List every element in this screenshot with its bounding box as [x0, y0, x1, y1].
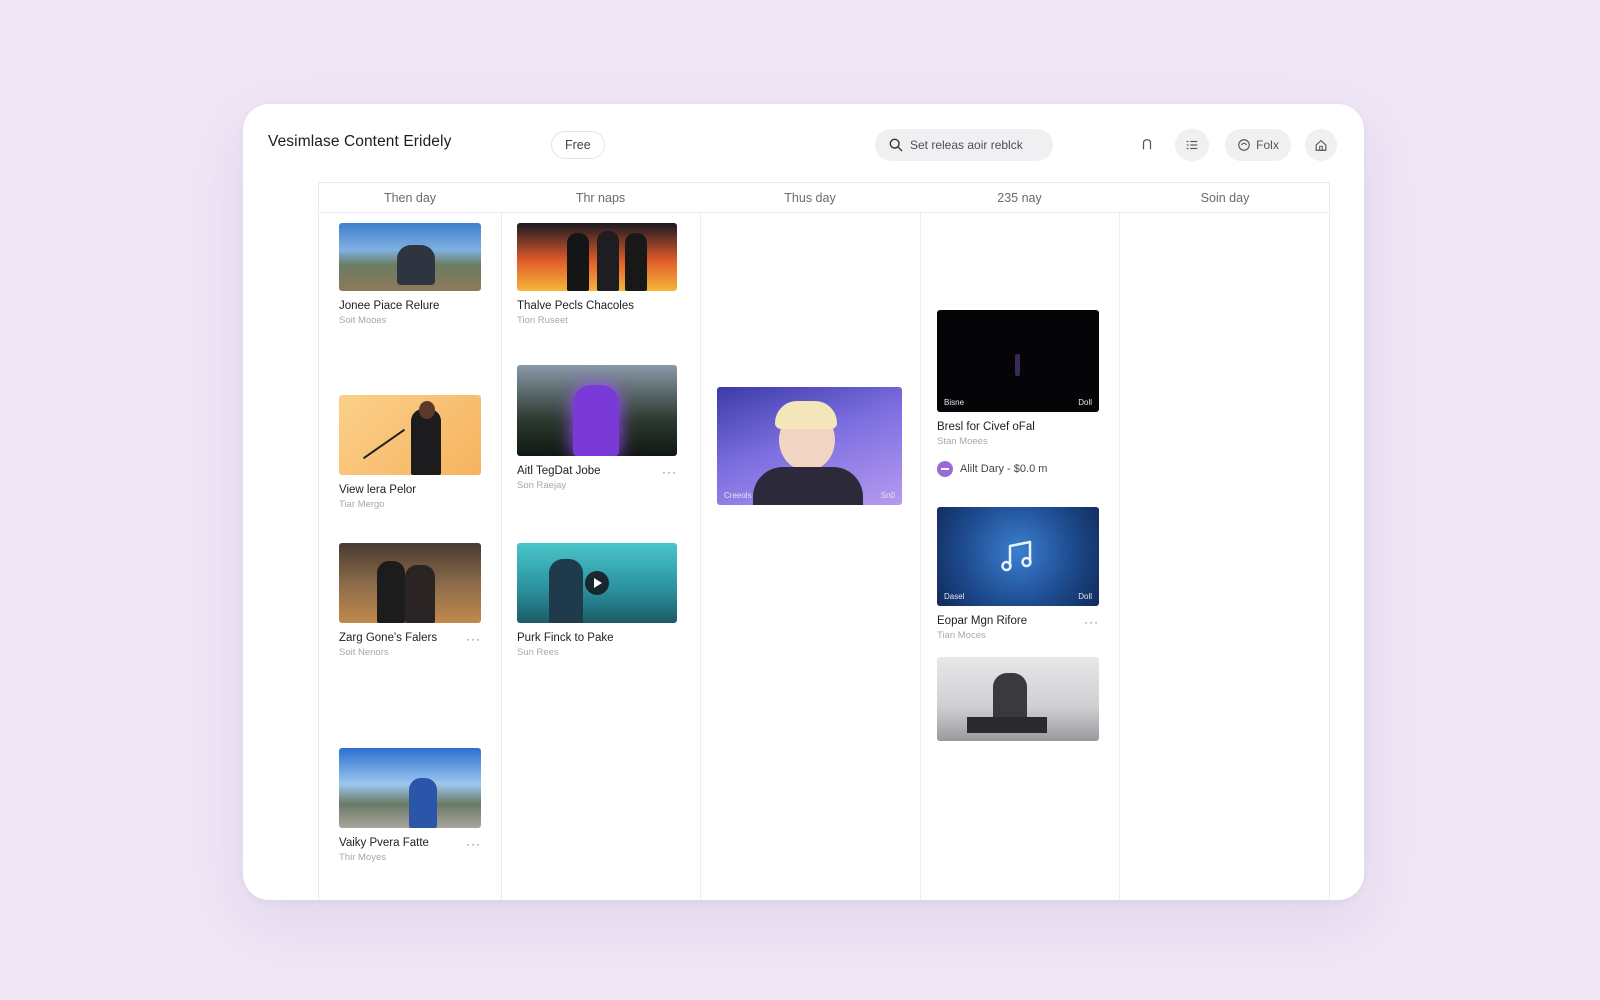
bell-icon: [1142, 139, 1152, 150]
card-title: Vaiky Pvera Fatte: [339, 837, 429, 849]
more-options-button[interactable]: ···: [662, 465, 677, 479]
card-corner-label: Bisne: [944, 398, 965, 407]
card-thumbnail: [517, 223, 677, 291]
column-header-row: Then day Thr naps Thus day 235 nay Soin …: [319, 183, 1329, 213]
card-thumbnail: Dasel Doll: [937, 507, 1099, 606]
card-thumbnail: [517, 543, 677, 623]
content-card[interactable]: Bisne Doll Bresl for Civef oFal Stan Moe…: [937, 310, 1099, 477]
card-thumbnail: [339, 748, 481, 828]
card-thumbnail: [339, 223, 481, 291]
top-bar: Vesimlase Content Eridely Free Folx: [243, 104, 1364, 182]
card-title: Eopar Mgn Rifore: [937, 615, 1028, 627]
content-card[interactable]: Thalve Pecls Chacoles Tion Ruseet: [517, 223, 677, 326]
view-toggle-button[interactable]: [1175, 129, 1209, 161]
content-card[interactable]: Jonee Piace Relure Soit Mooes: [339, 223, 481, 326]
globe-icon: [1238, 139, 1250, 151]
column-divider: [920, 213, 921, 900]
content-card[interactable]: View lera Pelor Tiar Mergo: [339, 395, 481, 510]
card-thumbnail: Creeols Sn0: [717, 387, 902, 505]
content-card[interactable]: Creeols Sn0: [717, 387, 902, 505]
content-card[interactable]: Dasel Doll Eopar Mgn Rifore ··· Tian Moc…: [937, 507, 1099, 641]
home-button[interactable]: [1305, 129, 1337, 161]
column-header: 235 nay: [997, 191, 1042, 205]
content-card[interactable]: [937, 657, 1099, 741]
play-icon[interactable]: [585, 571, 609, 595]
card-thumbnail: [517, 365, 677, 456]
column-divider: [700, 213, 701, 900]
card-subtitle: Son Raejay: [517, 480, 567, 491]
card-subtitle: Soit Nenors: [339, 647, 389, 658]
notifications-button[interactable]: [1131, 129, 1163, 161]
column-header: Thr naps: [575, 191, 626, 205]
card-corner-label: Doll: [1078, 398, 1092, 407]
column-divider: [501, 213, 502, 900]
app-title: Vesimlase Content Eridely: [268, 133, 452, 150]
card-title: Thalve Pecls Chacoles: [517, 300, 634, 312]
card-corner-label: Dasel: [944, 592, 965, 601]
card-title: Zarg Gone's Falers: [339, 632, 438, 644]
column-header: Then day: [383, 191, 437, 205]
plan-badge[interactable]: Free: [551, 131, 605, 159]
card-title: Bresl for Civef oFal: [937, 421, 1035, 433]
home-icon: [1315, 139, 1327, 151]
card-subtitle: Tion Ruseet: [517, 315, 568, 326]
content-card[interactable]: Zarg Gone's Falers ··· Soit Nenors: [339, 543, 481, 658]
event-row[interactable]: Alilt Dary - $0.0 m: [937, 461, 1099, 477]
card-corner-label: Sn0: [880, 491, 895, 500]
search-bar[interactable]: [875, 129, 1053, 161]
card-corner-label: Doll: [1078, 592, 1092, 601]
card-thumbnail: [339, 543, 481, 623]
column-header: Thus day: [784, 191, 836, 205]
card-title: View lera Pelor: [339, 484, 417, 496]
music-note-icon: [1001, 540, 1032, 572]
column-divider: [1119, 213, 1120, 900]
card-title: Jonee Piace Relure: [339, 300, 440, 312]
search-input[interactable]: [910, 138, 1040, 152]
more-options-button[interactable]: ···: [466, 632, 481, 646]
event-icon: [937, 461, 953, 477]
card-title: Purk Finck to Pake: [517, 632, 614, 644]
content-card[interactable]: Purk Finck to Pake Sun Rees: [517, 543, 677, 658]
list-view-icon: [1186, 140, 1198, 150]
card-subtitle: Tiar Mergo: [339, 499, 385, 510]
card-thumbnail: [339, 395, 481, 475]
event-label: Alilt Dary - $0.0 m: [960, 463, 1048, 475]
more-options-button[interactable]: ···: [1084, 615, 1099, 629]
app-window: Vesimlase Content Eridely Free Folx Then…: [243, 104, 1364, 900]
card-subtitle: Sun Rees: [517, 647, 559, 658]
column-header: Soin day: [1200, 191, 1250, 205]
card-corner-label: Creeols: [724, 491, 752, 500]
card-thumbnail: Bisne Doll: [937, 310, 1099, 412]
card-title: Aitl TegDat Jobe: [517, 465, 601, 477]
folx-button[interactable]: Folx: [1225, 129, 1291, 161]
card-thumbnail: [937, 657, 1099, 741]
content-card[interactable]: Vaiky Pvera Fatte ··· Thir Moyes: [339, 748, 481, 863]
card-subtitle: Soit Mooes: [339, 315, 387, 326]
calendar-board: Then day Thr naps Thus day 235 nay Soin …: [318, 182, 1330, 900]
card-subtitle: Stan Moees: [937, 436, 988, 447]
card-subtitle: Tian Moces: [937, 630, 986, 641]
content-card[interactable]: Aitl TegDat Jobe ··· Son Raejay: [517, 365, 677, 491]
search-icon: [889, 138, 903, 152]
card-subtitle: Thir Moyes: [339, 852, 386, 863]
folx-label: Folx: [1256, 138, 1279, 152]
more-options-button[interactable]: ···: [466, 837, 481, 851]
